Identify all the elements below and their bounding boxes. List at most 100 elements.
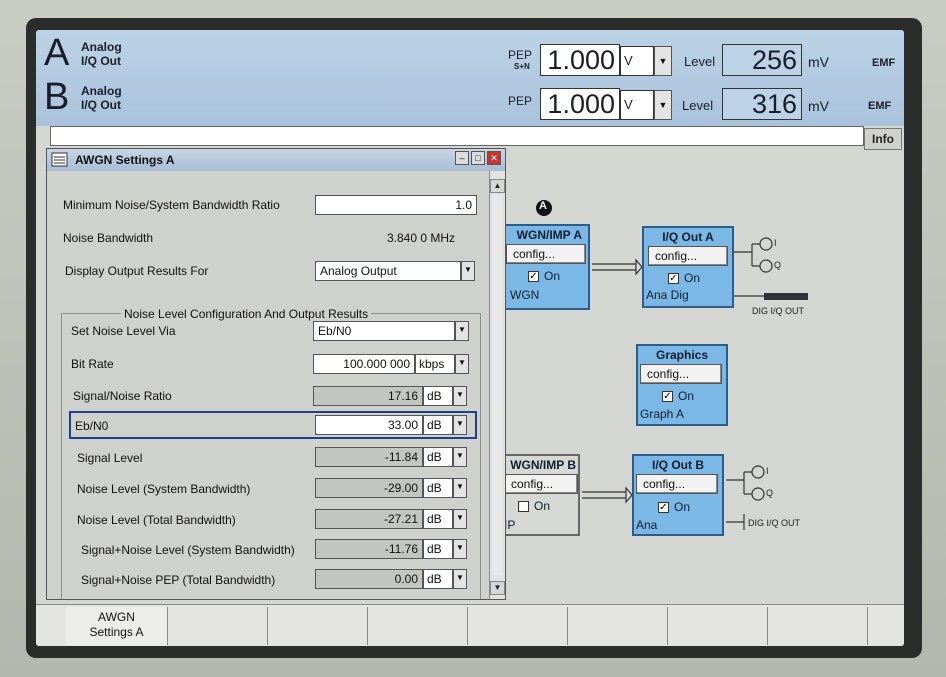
display-for-select[interactable]: Analog Output [315, 261, 461, 281]
sn-sys-field: -11.76 [315, 539, 423, 559]
iq-out-a-title: I/Q Out A [662, 230, 714, 244]
chevron-down-icon[interactable]: ▼ [453, 447, 467, 467]
noise-level-group-label: Noise Level Configuration And Output Res… [121, 307, 372, 321]
awgn-settings-dialog: AWGN Settings A – □ ✕ Minimum Noise/Syst… [46, 148, 506, 600]
dialog-content: Minimum Noise/System Bandwidth Ratio 1.0… [47, 171, 489, 599]
sn-pep-label: Signal+Noise PEP (Total Bandwidth) [81, 573, 276, 587]
min-bw-ratio-field[interactable]: 1.0 [315, 195, 477, 215]
softkey-5[interactable] [468, 607, 568, 645]
chevron-down-icon[interactable]: ▼ [453, 415, 467, 435]
awgn-b-title: WGN/IMP B [510, 458, 576, 472]
noise-sys-unit[interactable]: dB [423, 478, 453, 498]
snr-unit[interactable]: dB [423, 386, 453, 406]
noise-sys-label: Noise Level (System Bandwidth) [77, 482, 251, 496]
awgn-a-on-label: On [544, 269, 561, 283]
maximize-icon[interactable]: □ [471, 151, 485, 165]
set-via-label: Set Noise Level Via [71, 324, 176, 338]
i-output-b-label: I [766, 466, 769, 476]
iq-out-b-on-label: On [674, 500, 691, 514]
sn-pep-unit[interactable]: dB [423, 569, 453, 589]
sn-sys-unit[interactable]: dB [423, 539, 453, 559]
dig-iq-out-b-label: DIG I/Q OUT [748, 518, 801, 528]
softkey-3[interactable] [268, 607, 368, 645]
awgn-a-on-checkbox[interactable]: ✓ [528, 271, 539, 282]
awgn-a-status: WGN [510, 288, 540, 302]
signal-level-unit[interactable]: dB [423, 447, 453, 467]
softkey-2[interactable] [168, 607, 268, 645]
chevron-down-icon[interactable]: ▼ [453, 386, 467, 406]
softkey-bar: AWGN Settings A [36, 604, 904, 646]
softkey-8[interactable] [768, 607, 868, 645]
awgn-b-block[interactable]: WGN/IMP B config... On IP [502, 454, 580, 536]
snr-field: 17.16 [313, 386, 423, 406]
path-a-marker: A [539, 200, 547, 212]
awgn-b-on-checkbox[interactable] [518, 501, 529, 512]
graphics-block[interactable]: Graphics config... ✓ On Graph A [636, 344, 728, 426]
ebn0-field[interactable]: 33.00 [315, 415, 423, 435]
signal-level-field: -11.84 [315, 447, 423, 467]
awgn-a-title: WGN/IMP A [516, 228, 582, 242]
softkey-6[interactable] [568, 607, 668, 645]
iq-out-a-config-button[interactable]: config... [648, 246, 728, 266]
instrument-screen: A Analog I/Q Out B Analog I/Q Out PEP S+… [36, 30, 904, 646]
snr-label: Signal/Noise Ratio [73, 389, 172, 403]
awgn-a-config-button[interactable]: config... [506, 244, 586, 264]
awgn-b-on-label: On [534, 499, 551, 513]
awgn-b-config-button[interactable]: config... [504, 474, 578, 494]
graphics-title: Graphics [655, 348, 709, 362]
iq-out-a-on-checkbox[interactable]: ✓ [668, 273, 679, 284]
chevron-down-icon[interactable]: ▼ [453, 509, 467, 529]
chevron-down-icon[interactable]: ▼ [461, 261, 475, 281]
noise-sys-field: -29.00 [315, 478, 423, 498]
scrollbar-track[interactable] [493, 195, 502, 575]
i-output-label: I [774, 238, 777, 248]
awgn-a-block[interactable]: WGN/IMP A config... ✓ On WGN [502, 224, 590, 310]
graphics-status: Graph A [640, 407, 685, 421]
iq-out-b-status: Ana [636, 518, 658, 532]
graphics-on-checkbox[interactable]: ✓ [662, 391, 673, 402]
dialog-menu-icon[interactable] [51, 151, 71, 171]
sn-pep-field: 0.00 [315, 569, 423, 589]
display-for-label: Display Output Results For [65, 264, 209, 278]
noise-total-label: Noise Level (Total Bandwidth) [77, 513, 236, 527]
scroll-down-icon[interactable]: ▼ [490, 581, 505, 595]
graphics-config-button[interactable]: config... [640, 364, 722, 384]
iq-out-a-block[interactable]: I/Q Out A config... ✓ On Ana Dig [642, 226, 734, 308]
chevron-down-icon[interactable]: ▼ [455, 321, 469, 341]
set-via-select[interactable]: Eb/N0 [313, 321, 455, 341]
noise-total-unit[interactable]: dB [423, 509, 453, 529]
noise-bw-value: 3.840 0 MHz [387, 231, 456, 245]
iq-out-a-on-label: On [684, 271, 701, 285]
bit-rate-field[interactable]: 100.000 000 [313, 354, 415, 374]
sn-sys-label: Signal+Noise Level (System Bandwidth) [81, 543, 295, 557]
q-output-b-label: Q [766, 488, 774, 498]
signal-level-label: Signal Level [77, 451, 143, 465]
min-bw-ratio-label: Minimum Noise/System Bandwidth Ratio [63, 198, 280, 212]
dialog-title-bar[interactable]: AWGN Settings A – □ ✕ [47, 149, 505, 171]
q-output-label: Q [774, 260, 782, 270]
chevron-down-icon[interactable]: ▼ [453, 478, 467, 498]
scroll-up-icon[interactable]: ▲ [490, 179, 505, 193]
close-icon[interactable]: ✕ [487, 151, 501, 165]
dig-iq-out-a-label: DIG I/Q OUT [752, 306, 805, 316]
bit-rate-unit[interactable]: kbps [415, 354, 455, 374]
dialog-scrollbar[interactable]: ▲ ▼ [489, 171, 505, 599]
softkey-4[interactable] [368, 607, 468, 645]
iq-out-b-block[interactable]: I/Q Out B config... ✓ On Ana [632, 454, 724, 536]
softkey-7[interactable] [668, 607, 768, 645]
ebn0-unit[interactable]: dB [423, 415, 453, 435]
noise-total-field: -27.21 [315, 509, 423, 529]
iq-out-b-title: I/Q Out B [652, 458, 704, 472]
bit-rate-label: Bit Rate [71, 357, 114, 371]
noise-bw-label: Noise Bandwidth [63, 231, 154, 245]
minimize-icon[interactable]: – [455, 151, 469, 165]
iq-out-b-config-button[interactable]: config... [636, 474, 718, 494]
graphics-on-label: On [678, 389, 695, 403]
ebn0-label: Eb/N0 [75, 419, 109, 433]
softkey-awgn-settings-a[interactable]: AWGN Settings A [66, 607, 168, 645]
chevron-down-icon[interactable]: ▼ [453, 539, 467, 559]
chevron-down-icon[interactable]: ▼ [455, 354, 469, 374]
iq-out-b-on-checkbox[interactable]: ✓ [658, 502, 669, 513]
chevron-down-icon[interactable]: ▼ [453, 569, 467, 589]
iq-out-a-status: Ana Dig [646, 288, 689, 302]
